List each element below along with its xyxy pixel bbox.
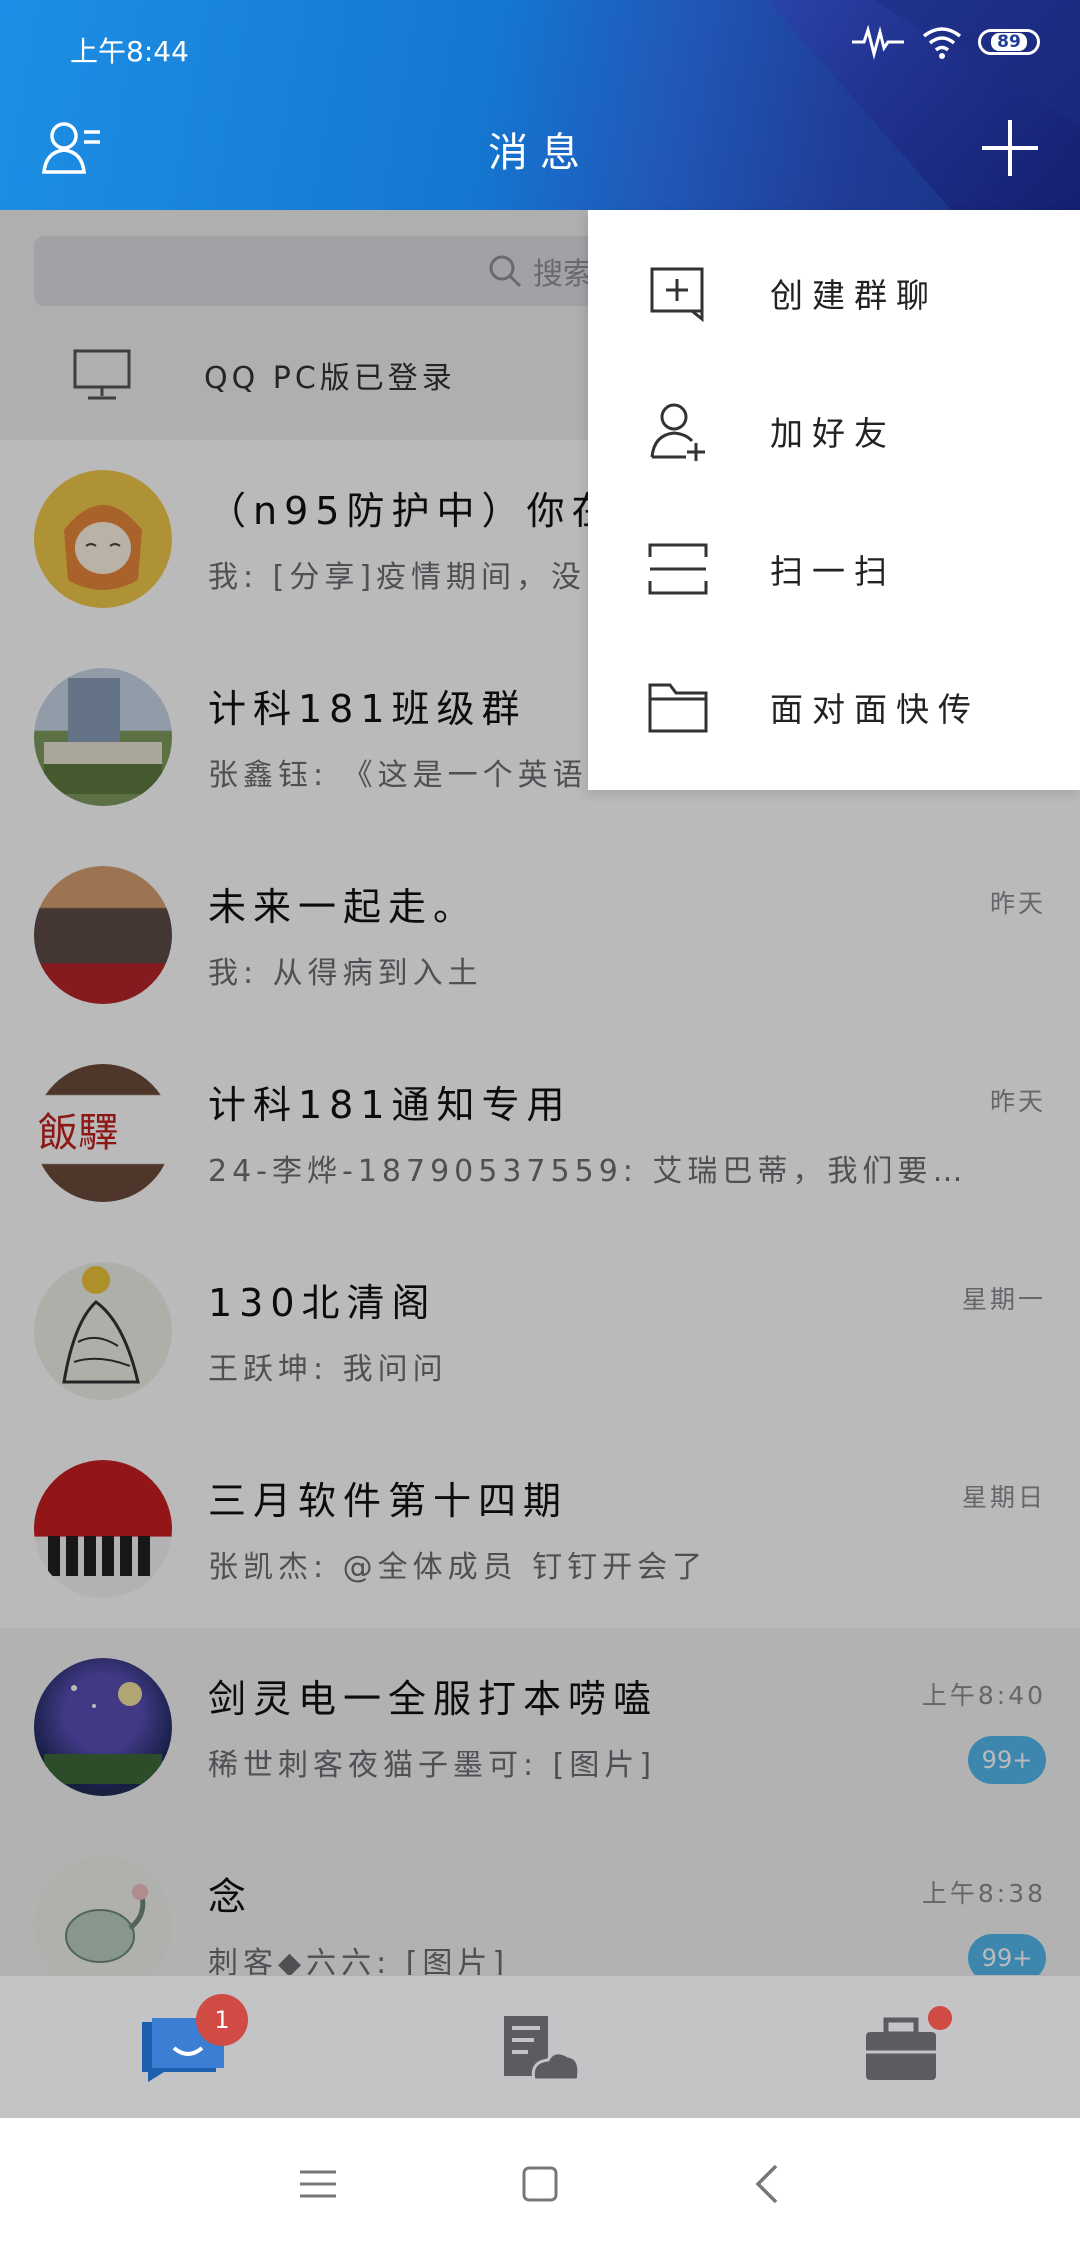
chat-last-message: 我: 从得病到入土 [208, 956, 483, 991]
wifi-icon [922, 27, 962, 59]
chat-last-message: 刺客◆六六: [图片] [208, 1946, 510, 1975]
chat-last-message: 张凯杰: @全体成员 钉钉开会了 [208, 1550, 708, 1585]
status-icons: 89 [850, 22, 1040, 62]
plus-dropdown-menu: 创建群聊 加好友 扫一扫 面对面快传 [588, 210, 1080, 790]
chat-item[interactable]: 飯驛 计科181通知专用 昨天 24-李烨-18790537559: 艾瑞巴蒂，… [0, 1034, 1080, 1232]
avatar: 飯驛 [34, 1064, 172, 1202]
computer-icon [73, 349, 131, 400]
chat-name: 三月软件第十四期 [208, 1479, 569, 1523]
avatar [34, 866, 172, 1004]
avatar [34, 470, 172, 608]
notification-dot [928, 2006, 952, 2030]
avatar [34, 1460, 172, 1598]
scan-icon [648, 543, 708, 595]
battery-indicator: 89 [978, 29, 1040, 55]
chat-last-message: 24-李烨-18790537559: 艾瑞巴蒂，我们要学习… [208, 1154, 988, 1189]
chat-name: （n95防护中）你在 [208, 489, 617, 533]
chat-item[interactable]: 未来一起走。 昨天 我: 从得病到入土 [0, 836, 1080, 1034]
search-icon [489, 255, 522, 288]
group-photo-image [44, 678, 162, 794]
menu-item-label: 扫一扫 [770, 552, 896, 591]
menu-item-label: 面对面快传 [770, 690, 980, 729]
battery-level: 89 [991, 33, 1027, 51]
menu-icon[interactable] [294, 2160, 342, 2208]
plus-icon[interactable] [980, 118, 1040, 178]
chat-time: 星期一 [961, 1285, 1046, 1314]
unread-badge: 99+ [968, 1934, 1046, 1975]
activity-icon [852, 24, 904, 60]
chat-name: 念 [208, 1875, 254, 1919]
app-header: 上午8:44 89 消息 [0, 0, 1080, 210]
news-tab-icon[interactable] [494, 2014, 584, 2084]
unread-badge: 99+ [968, 1736, 1046, 1784]
chat-time: 上午8:38 [921, 1879, 1046, 1908]
chat-time: 昨天 [989, 889, 1046, 918]
menu-item-label: 加好友 [770, 414, 896, 453]
avatar [34, 1856, 172, 1975]
pc-login-label: QQ PC版已登录 [204, 361, 456, 396]
chat-item[interactable]: 三月软件第十四期 星期日 张凯杰: @全体成员 钉钉开会了 [0, 1430, 1080, 1628]
search-placeholder: 搜索 [533, 257, 593, 292]
avatar [34, 1658, 172, 1796]
chat-name: 未来一起走。 [208, 885, 479, 929]
avatar [34, 1262, 172, 1400]
chat-item[interactable]: 念 上午8:38 刺客◆六六: [图片] 99+ [0, 1826, 1080, 1975]
menu-item-scan[interactable]: 扫一扫 [588, 500, 1080, 638]
chat-item[interactable]: 130北清阁 星期一 王跃坤: 我问问 [0, 1232, 1080, 1430]
add-friend-icon [650, 403, 705, 461]
svg-text:飯驛: 飯驛 [38, 1110, 118, 1156]
chat-last-message: 王跃坤: 我问问 [208, 1352, 448, 1387]
chat-name: 计科181通知专用 [208, 1083, 572, 1127]
system-navigation-bar [0, 2118, 1080, 2248]
page-title: 消息 [488, 130, 592, 176]
status-time: 上午8:44 [70, 35, 189, 68]
elephant-avatar-image [65, 1884, 148, 1963]
chat-last-message: 稀世刺客夜猫子墨可: [图片] [208, 1748, 657, 1783]
chat-item[interactable]: 剑灵电一全服打本唠嗑 上午8:40 稀世刺客夜猫子墨可: [图片] 99+ [0, 1628, 1080, 1826]
home-icon[interactable] [516, 2160, 564, 2208]
menu-item-create-group[interactable]: 创建群聊 [588, 224, 1080, 362]
chat-name: 计科181班级群 [208, 687, 527, 731]
chat-last-message: 我: [分享]疫情期间，没 [208, 560, 587, 595]
bottom-tab-bar: 1 [0, 1975, 1080, 2119]
avatar [34, 668, 172, 806]
night-scene-image [44, 1682, 162, 1784]
folder-icon [648, 683, 708, 733]
sketch-avatar-image [62, 1266, 140, 1384]
anime-avatar-image [64, 505, 142, 590]
chat-time: 星期日 [961, 1483, 1046, 1512]
team-photo-image [48, 1536, 150, 1576]
chat-name: 130北清阁 [208, 1281, 437, 1325]
back-icon[interactable] [744, 2160, 792, 2208]
chat-time: 昨天 [989, 1087, 1046, 1116]
menu-item-label: 创建群聊 [770, 276, 938, 315]
menu-item-add-friend[interactable]: 加好友 [588, 362, 1080, 500]
chat-name: 剑灵电一全服打本唠嗑 [208, 1677, 659, 1721]
restaurant-sign-image: 飯驛 [38, 1110, 118, 1156]
menu-item-face-to-face[interactable]: 面对面快传 [588, 638, 1080, 776]
chat-time: 上午8:40 [921, 1681, 1046, 1710]
messages-unread-badge: 1 [196, 1994, 248, 2046]
create-group-icon [650, 267, 704, 323]
